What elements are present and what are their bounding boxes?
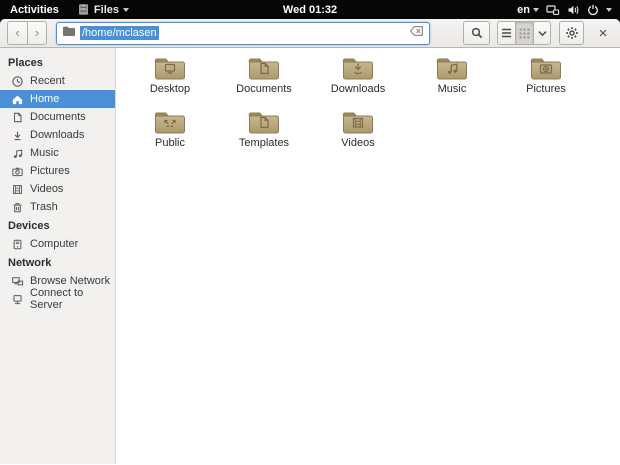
- gear-menu-button[interactable]: [559, 21, 584, 45]
- sidebar-item-pictures[interactable]: Pictures: [0, 162, 115, 180]
- folder-label: Videos: [341, 137, 374, 149]
- sidebar-item-recent[interactable]: Recent: [0, 72, 115, 90]
- window-close-button[interactable]: ×: [593, 22, 613, 44]
- top-bar: Activities Files Wed 01:32 en: [0, 0, 620, 19]
- pictures-folder-icon: [529, 54, 563, 82]
- file-view[interactable]: Desktop Documents Downloads Music Pictur…: [116, 48, 620, 464]
- nav-buttons: ‹ ›: [7, 21, 47, 45]
- folder-item-documents[interactable]: Documents: [217, 54, 311, 101]
- app-menu-label: Files: [94, 4, 119, 16]
- files-app-icon: [77, 3, 90, 16]
- input-source-indicator[interactable]: en: [517, 4, 539, 16]
- folder-label: Public: [155, 137, 185, 149]
- sidebar-item-videos[interactable]: Videos: [0, 180, 115, 198]
- chevron-down-icon: [123, 8, 129, 12]
- music-folder-icon: [435, 54, 469, 82]
- folder-item-downloads[interactable]: Downloads: [311, 54, 405, 101]
- folder-icon: [62, 24, 76, 42]
- folder-label: Downloads: [331, 83, 385, 95]
- templates-folder-icon: [247, 108, 281, 136]
- forward-button[interactable]: ›: [27, 21, 47, 45]
- sidebar-item-home[interactable]: Home: [0, 90, 115, 108]
- icon-grid: Desktop Documents Downloads Music Pictur…: [123, 54, 620, 155]
- chevron-down-icon: [533, 8, 539, 12]
- sidebar-header-places: Places: [0, 53, 115, 72]
- documents-folder-icon: [247, 54, 281, 82]
- view-options-dropdown[interactable]: [533, 21, 551, 45]
- sidebar-item-downloads[interactable]: Downloads: [0, 126, 115, 144]
- sidebar-item-trash[interactable]: Trash: [0, 198, 115, 216]
- folder-label: Desktop: [150, 83, 190, 95]
- sidebar-item-music[interactable]: Music: [0, 144, 115, 162]
- folder-item-music[interactable]: Music: [405, 54, 499, 101]
- sidebar-header-network: Network: [0, 253, 115, 272]
- folder-label: Music: [438, 83, 467, 95]
- grid-view-button[interactable]: [515, 21, 533, 45]
- location-text: /home/mclasen: [80, 26, 159, 40]
- search-button[interactable]: [463, 21, 490, 45]
- activities-button[interactable]: Activities: [0, 0, 69, 19]
- location-entry[interactable]: /home/mclasen: [56, 22, 430, 45]
- folder-item-desktop[interactable]: Desktop: [123, 54, 217, 101]
- app-menu[interactable]: Files: [69, 0, 137, 19]
- videos-folder-icon: [341, 108, 375, 136]
- public-folder-icon: [153, 108, 187, 136]
- desktop-folder-icon: [153, 54, 187, 82]
- chevron-down-icon[interactable]: [606, 8, 612, 12]
- folder-item-pictures[interactable]: Pictures: [499, 54, 593, 101]
- sidebar-item-computer[interactable]: Computer: [0, 235, 115, 253]
- back-button[interactable]: ‹: [7, 21, 27, 45]
- sidebar-item-documents[interactable]: Documents: [0, 108, 115, 126]
- toolbar: ‹ › /home/mclasen: [0, 19, 620, 48]
- files-window: ‹ › /home/mclasen: [0, 19, 620, 465]
- clear-icon[interactable]: [409, 24, 424, 42]
- folder-item-videos[interactable]: Videos: [311, 108, 405, 155]
- folder-item-templates[interactable]: Templates: [217, 108, 311, 155]
- folder-label: Pictures: [526, 83, 566, 95]
- volume-icon[interactable]: [567, 4, 580, 16]
- list-view-button[interactable]: [497, 21, 515, 45]
- folder-item-public[interactable]: Public: [123, 108, 217, 155]
- sidebar-item-connect-to-server[interactable]: Connect to Server: [0, 290, 115, 308]
- downloads-folder-icon: [341, 54, 375, 82]
- folder-label: Documents: [236, 83, 292, 95]
- network-status-icon[interactable]: [546, 4, 560, 16]
- folder-label: Templates: [239, 137, 289, 149]
- power-icon[interactable]: [587, 4, 599, 16]
- sidebar-header-devices: Devices: [0, 216, 115, 235]
- view-switcher: [497, 21, 551, 45]
- places-sidebar: Places Recent Home Documents Downloads M…: [0, 48, 116, 464]
